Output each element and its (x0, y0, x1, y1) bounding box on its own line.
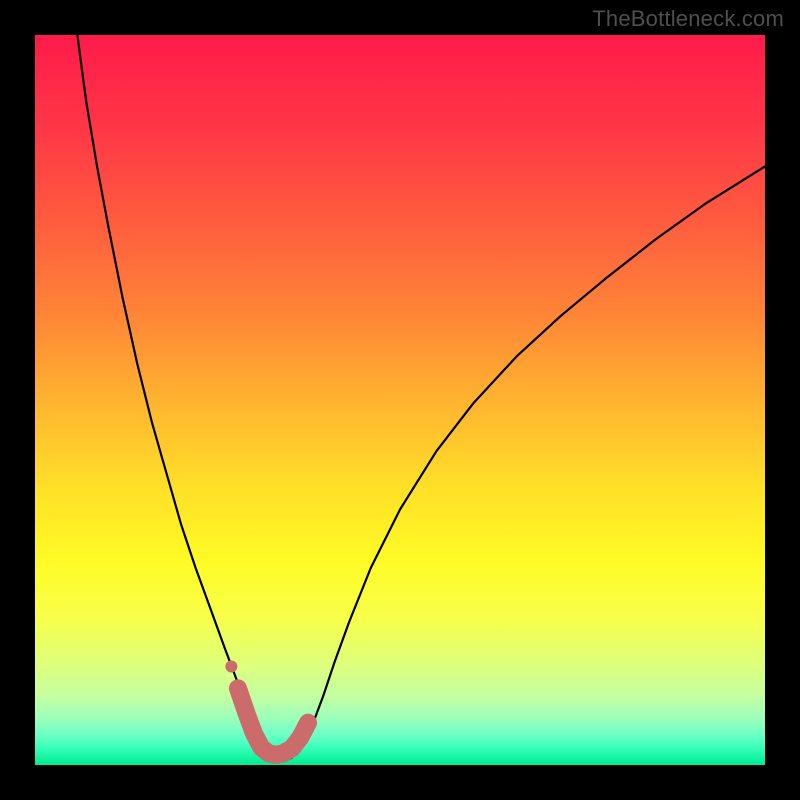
curve-layer (35, 35, 765, 765)
watermark-text: TheBottleneck.com (592, 6, 784, 32)
bottleneck-curve (77, 35, 765, 761)
highlight-band (238, 688, 308, 754)
highlight-dot (225, 660, 237, 672)
chart-frame: TheBottleneck.com (0, 0, 800, 800)
plot-area (35, 35, 765, 765)
